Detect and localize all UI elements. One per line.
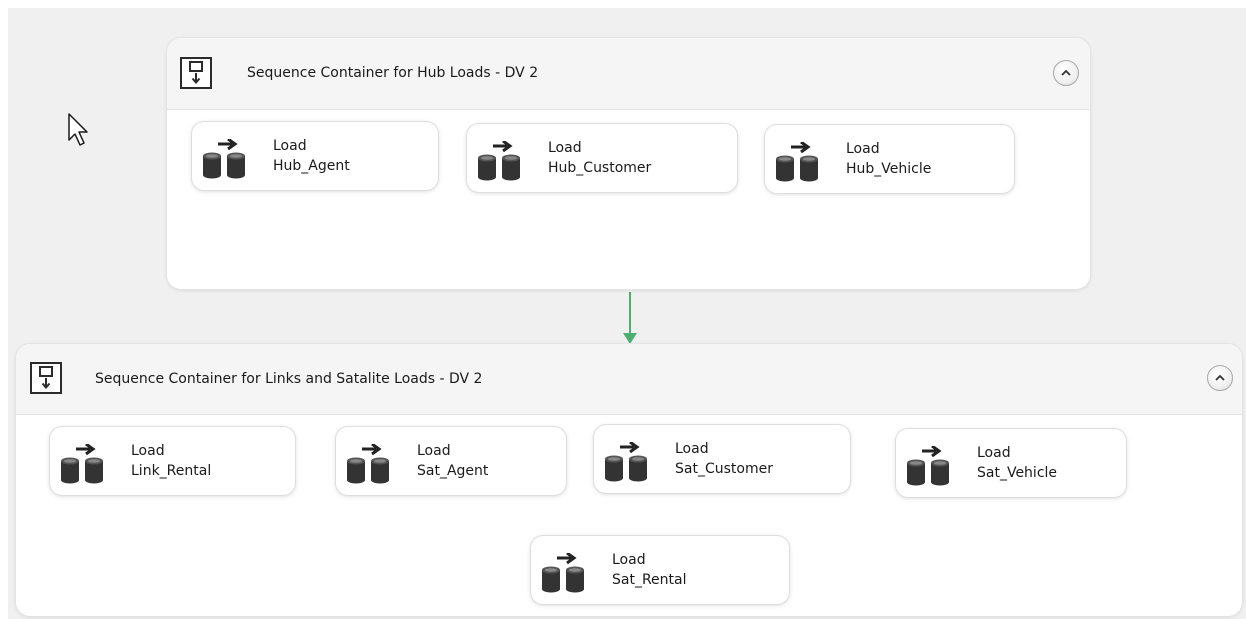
task-label-line2: Sat_Rental xyxy=(612,572,687,588)
task-label: Load Hub_Vehicle xyxy=(846,139,931,179)
task-label: Load Hub_Customer xyxy=(548,138,651,178)
chevron-up-icon xyxy=(1061,69,1071,76)
task-load-hub-customer[interactable]: Load Hub_Customer xyxy=(467,124,737,192)
task-label-line2: Hub_Vehicle xyxy=(846,161,932,177)
sequence-container-icon xyxy=(30,362,62,394)
chevron-up-icon xyxy=(1215,374,1225,381)
task-load-sat-vehicle[interactable]: Load Sat_Vehicle xyxy=(896,429,1126,497)
task-label-line2: Hub_Customer xyxy=(548,160,652,176)
task-label: Load Hub_Agent xyxy=(273,136,350,176)
task-load-hub-agent[interactable]: Load Hub_Agent xyxy=(192,122,438,190)
links-sequence-container[interactable]: Sequence Container for Links and Satalit… xyxy=(16,344,1242,616)
links-collapse-button[interactable] xyxy=(1207,365,1233,391)
task-label-line1: Load xyxy=(612,552,646,568)
task-label-line1: Load xyxy=(846,141,880,157)
hub-container-title: Sequence Container for Hub Loads - DV 2 xyxy=(247,65,539,81)
task-load-sat-rental[interactable]: Load Sat_Rental xyxy=(531,536,789,604)
task-label: Load Sat_Rental xyxy=(612,550,687,590)
data-flow-task-icon xyxy=(60,444,110,484)
task-label-line2: Link_Rental xyxy=(131,463,212,479)
data-flow-task-icon xyxy=(202,139,252,179)
task-label: Load Sat_Vehicle xyxy=(977,443,1057,483)
task-label: Load Link_Rental xyxy=(131,441,211,481)
data-flow-task-icon xyxy=(906,446,956,486)
data-flow-task-icon xyxy=(775,142,825,182)
task-label-line2: Hub_Agent xyxy=(273,158,350,174)
precedence-constraint-arrow[interactable] xyxy=(620,292,640,347)
task-label-line1: Load xyxy=(417,443,451,459)
task-label-line1: Load xyxy=(548,140,582,156)
mouse-cursor-icon xyxy=(68,113,88,146)
links-container-header[interactable]: Sequence Container for Links and Satalit… xyxy=(16,344,1242,415)
task-label-line1: Load xyxy=(675,441,709,457)
task-load-sat-customer[interactable]: Load Sat_Customer xyxy=(594,425,850,493)
data-flow-task-icon xyxy=(541,553,591,593)
data-flow-task-icon xyxy=(477,141,527,181)
task-label-line2: Sat_Customer xyxy=(675,461,773,477)
task-label-line1: Load xyxy=(273,138,307,154)
hub-collapse-button[interactable] xyxy=(1053,60,1079,86)
task-label-line1: Load xyxy=(977,445,1011,461)
hub-sequence-container[interactable]: Sequence Container for Hub Loads - DV 2 … xyxy=(167,38,1090,289)
task-label-line1: Load xyxy=(131,443,165,459)
task-label: Load Sat_Customer xyxy=(675,439,773,479)
data-flow-task-icon xyxy=(604,442,654,482)
task-label-line2: Sat_Vehicle xyxy=(977,465,1058,481)
links-container-title: Sequence Container for Links and Satalit… xyxy=(95,371,483,387)
data-flow-task-icon xyxy=(346,444,396,484)
task-label-line2: Sat_Agent xyxy=(417,463,489,479)
task-load-sat-agent[interactable]: Load Sat_Agent xyxy=(336,427,566,495)
sequence-container-icon xyxy=(180,57,212,89)
hub-container-header[interactable]: Sequence Container for Hub Loads - DV 2 xyxy=(167,38,1090,110)
task-load-link-rental[interactable]: Load Link_Rental xyxy=(50,427,295,495)
task-load-hub-vehicle[interactable]: Load Hub_Vehicle xyxy=(765,125,1014,193)
task-label: Load Sat_Agent xyxy=(417,441,488,481)
